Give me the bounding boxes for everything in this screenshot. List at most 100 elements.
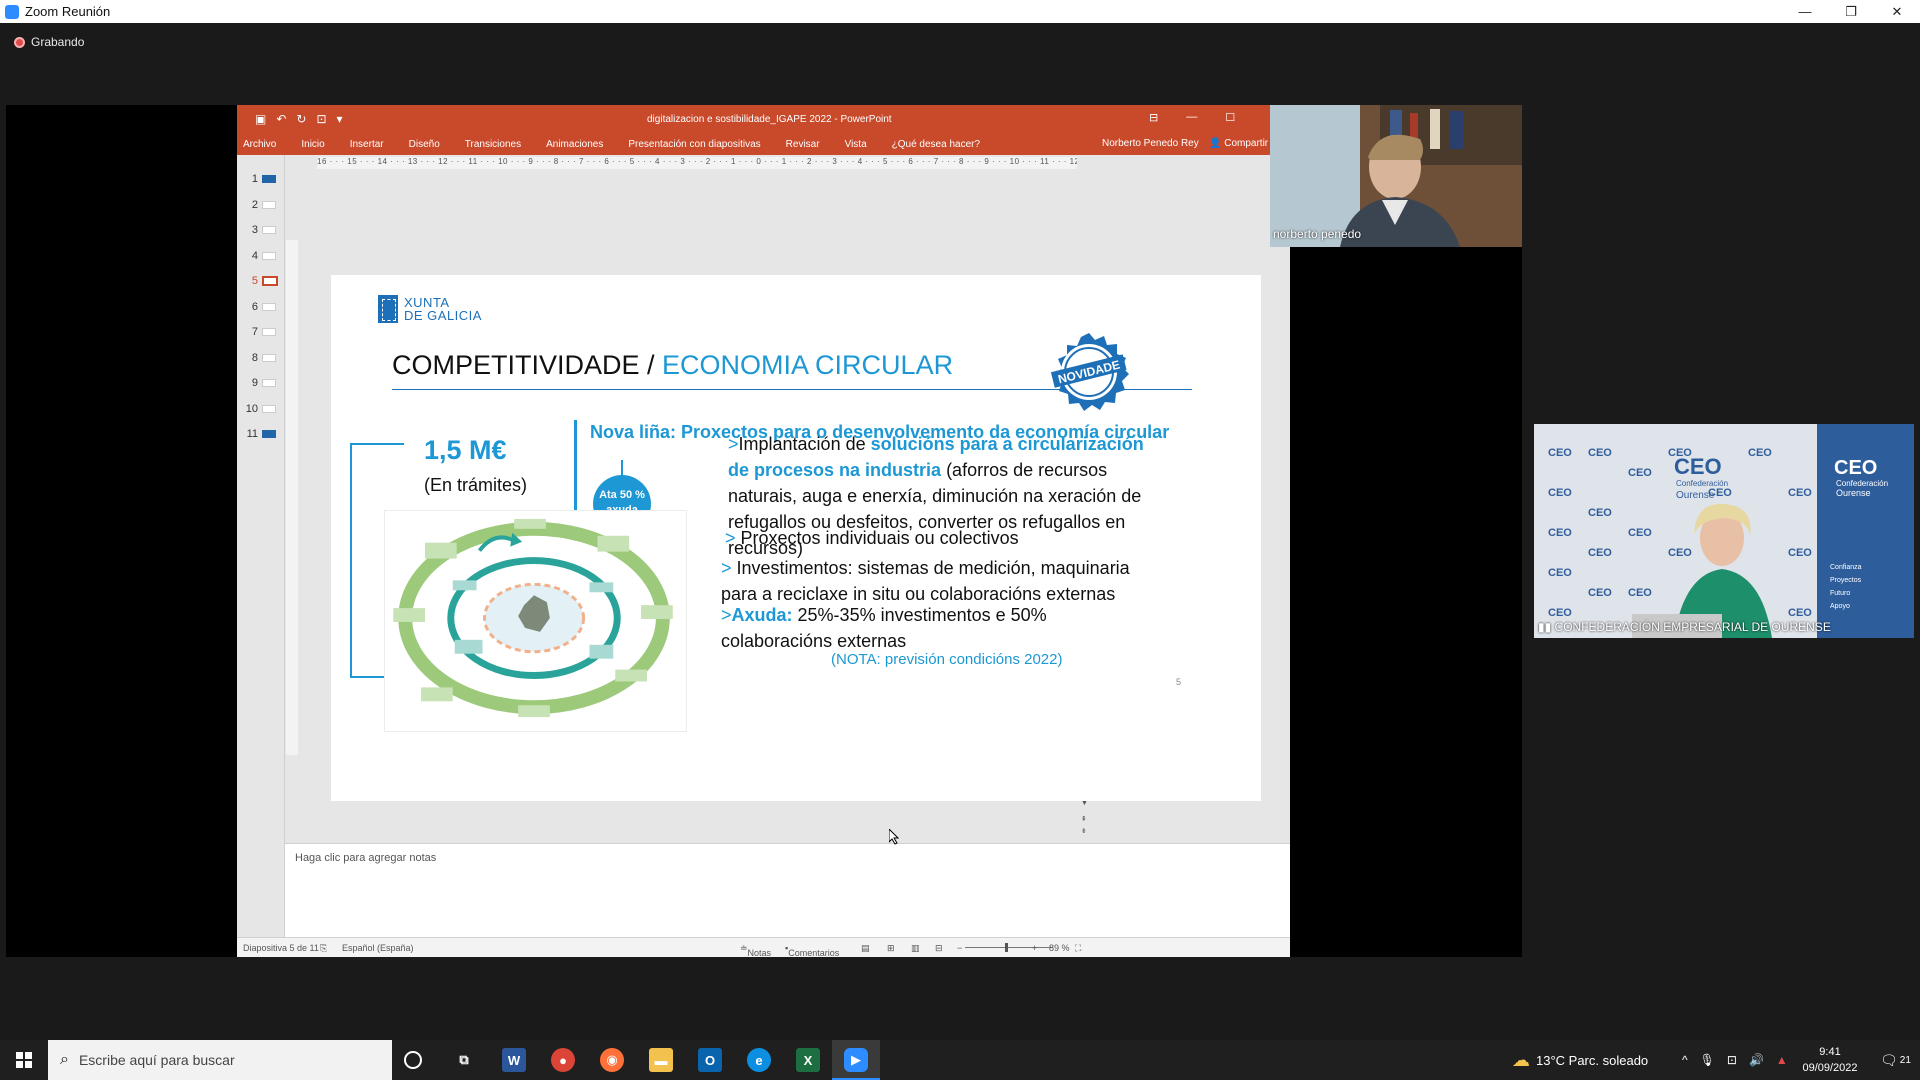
weather-widget[interactable]: ☁ 13°C Parc. soleado — [1512, 1040, 1648, 1080]
zoom-app-icon-taskbar: ▶ — [844, 1048, 868, 1072]
participant-tile-ceo[interactable]: CEO CEO CEO CEO CEO CEO CEO CEO CEO CEO CEO CEO C… — [1534, 424, 1914, 638]
sorter-view-icon[interactable]: ⊞ — [887, 943, 895, 954]
spellcheck-icon[interactable]: ⎘ — [320, 943, 327, 954]
minimize-button[interactable]: — — [1782, 0, 1828, 23]
slide-thumbnail[interactable]: 1 — [244, 173, 276, 185]
svg-text:CEO: CEO — [1548, 487, 1572, 499]
security-icon[interactable]: ▲ — [1776, 1053, 1788, 1067]
recording-indicator[interactable]: Grabando — [14, 35, 84, 49]
ppt-minimize-icon[interactable]: — — [1186, 111, 1197, 124]
participant-tile-speaker[interactable]: norberto penedo — [1270, 105, 1522, 247]
next-slide-icon[interactable]: ⇟ — [1081, 827, 1087, 835]
firefox-app-icon[interactable]: ◉ — [600, 1048, 624, 1072]
slide-thumbnail[interactable]: 3 — [244, 224, 276, 236]
taskbar-search[interactable]: ⌕ Escribe aquí para buscar — [48, 1040, 392, 1080]
slide-thumbnail[interactable]: 4 — [244, 250, 276, 262]
clock-time: 9:41 — [1819, 1046, 1841, 1058]
svg-text:CEO: CEO — [1588, 447, 1612, 459]
start-button[interactable] — [0, 1040, 48, 1080]
slide-thumbnail[interactable]: 8 — [244, 352, 276, 364]
normal-view-icon[interactable]: ▤ — [861, 943, 870, 954]
tab-archivo[interactable]: Archivo — [243, 139, 276, 150]
zoom-slider-knob[interactable] — [1005, 943, 1008, 952]
notes-placeholder: Haga clic para agregar notas — [295, 852, 437, 864]
word-app-icon[interactable]: W — [502, 1048, 526, 1072]
scroll-down-icon[interactable]: ▼ — [1081, 800, 1088, 807]
ppt-statusbar: Diapositiva 5 de 11 ⎘ Español (España) ≐… — [237, 937, 1290, 958]
outlook-app-icon[interactable]: O — [698, 1048, 722, 1072]
zoom-slider[interactable] — [965, 943, 1053, 952]
fit-slide-icon[interactable]: ⛶ — [1075, 943, 1081, 954]
slide-thumbnail[interactable]: 7 — [244, 326, 276, 338]
close-button[interactable]: ✕ — [1874, 0, 1920, 23]
thumbnail-number: 4 — [251, 249, 258, 262]
slide-thumbnail[interactable]: 11 — [244, 428, 276, 440]
customize-icon[interactable]: ▾ — [337, 112, 343, 126]
zoom-level[interactable]: 89 % — [1049, 943, 1070, 953]
ceo-banner-logo: CEO — [1834, 457, 1877, 479]
present-icon[interactable]: ⊡ — [316, 112, 326, 126]
tab-transiciones[interactable]: Transiciones — [465, 139, 521, 150]
zoom-taskbar-active[interactable]: ▶ — [832, 1040, 880, 1080]
ppt-maximize-icon[interactable]: ☐ — [1225, 111, 1235, 124]
network-icon[interactable]: ⊡ — [1727, 1053, 1737, 1067]
bullet3-text: Investimentos: sistemas de medición, maq… — [721, 558, 1130, 604]
save-icon[interactable]: ▣ — [255, 112, 266, 126]
slide-thumbnail[interactable]: 5 — [244, 275, 278, 287]
clock-date: 09/09/2022 — [1802, 1062, 1858, 1074]
backdrop-word-1: Confianza — [1830, 564, 1862, 571]
task-view-icon[interactable]: ⧉ — [452, 1048, 476, 1072]
language-status[interactable]: Español (España) — [342, 943, 414, 953]
slide-thumbnail[interactable]: 2 — [244, 199, 276, 211]
svg-text:CEO: CEO — [1588, 587, 1612, 599]
chrome-app-icon[interactable]: ● — [551, 1048, 575, 1072]
excel-app-icon[interactable]: X — [796, 1048, 820, 1072]
tab-presentacion[interactable]: Presentación con diapositivas — [628, 139, 760, 150]
slide-thumbnail[interactable]: 6 — [244, 301, 276, 313]
restore-button[interactable]: ❐ — [1828, 0, 1874, 23]
taskbar-clock[interactable]: 9:41 09/09/2022 — [1798, 1044, 1862, 1076]
thumbnail-preview — [262, 302, 276, 311]
notes-pane[interactable]: Haga clic para agregar notas — [285, 843, 1290, 939]
share-button[interactable]: 👤 Compartir — [1209, 138, 1268, 149]
comments-toggle[interactable]: ▪ Comentarios — [785, 943, 839, 958]
file-explorer-icon[interactable]: ▬ — [649, 1048, 673, 1072]
tab-diseno[interactable]: Diseño — [409, 139, 440, 150]
slideshow-view-icon[interactable]: ⊟ — [935, 943, 943, 954]
share-label: Compartir — [1224, 138, 1269, 149]
edge-app-icon[interactable]: e — [747, 1048, 771, 1072]
thumbnail-number: 9 — [251, 377, 258, 389]
ribbon-display-icon[interactable]: ⊟ — [1149, 111, 1158, 124]
thumbnail-preview — [262, 175, 276, 183]
ceo-main-logo: CEO — [1674, 454, 1722, 479]
slide-canvas[interactable]: XUNTA DE GALICIA COMPETITIVIDADE / ECONO… — [331, 275, 1261, 801]
zoom-in-icon[interactable]: + — [1032, 943, 1037, 953]
cortana-icon[interactable] — [404, 1051, 422, 1069]
notifications-button[interactable]: 🗨 21 — [1880, 1040, 1911, 1080]
undo-icon[interactable]: ↶ — [276, 112, 286, 126]
tray-expand-icon[interactable]: ^ — [1682, 1053, 1688, 1067]
thumbnail-preview — [262, 404, 276, 413]
notes-toggle[interactable]: ≐ Notas — [740, 943, 771, 958]
slide-thumbnails — [237, 155, 285, 937]
thumbnail-number: 5 — [251, 275, 258, 287]
tab-animaciones[interactable]: Animaciones — [546, 139, 603, 150]
reading-view-icon[interactable]: ▥ — [911, 943, 920, 954]
tab-insertar[interactable]: Insertar — [350, 139, 384, 150]
microphone-icon[interactable]: 🎙 — [1700, 1053, 1715, 1067]
prev-slide-icon[interactable]: ⇞ — [1081, 815, 1087, 823]
redo-icon[interactable]: ↻ — [296, 112, 306, 126]
ppt-user-name[interactable]: Norberto Penedo Rey — [1102, 138, 1199, 149]
slide-thumbnail[interactable]: 10 — [244, 403, 276, 415]
tab-inicio[interactable]: Inicio — [301, 139, 324, 150]
svg-text:CEO: CEO — [1548, 607, 1572, 619]
system-tray: ^ 🎙 ⊡ 🔊 ▲ — [1682, 1040, 1788, 1080]
zoom-out-icon[interactable]: − — [957, 943, 962, 953]
volume-icon[interactable]: 🔊 — [1749, 1053, 1764, 1067]
slide-title[interactable]: COMPETITIVIDADE / ECONOMIA CIRCULAR — [392, 350, 953, 381]
tab-revisar[interactable]: Revisar — [786, 139, 820, 150]
tell-me-search[interactable]: ¿Qué desea hacer? — [892, 139, 980, 150]
logo-line2: DE GALICIA — [404, 308, 482, 323]
tab-vista[interactable]: Vista — [845, 139, 867, 150]
slide-thumbnail[interactable]: 9 — [244, 377, 276, 389]
